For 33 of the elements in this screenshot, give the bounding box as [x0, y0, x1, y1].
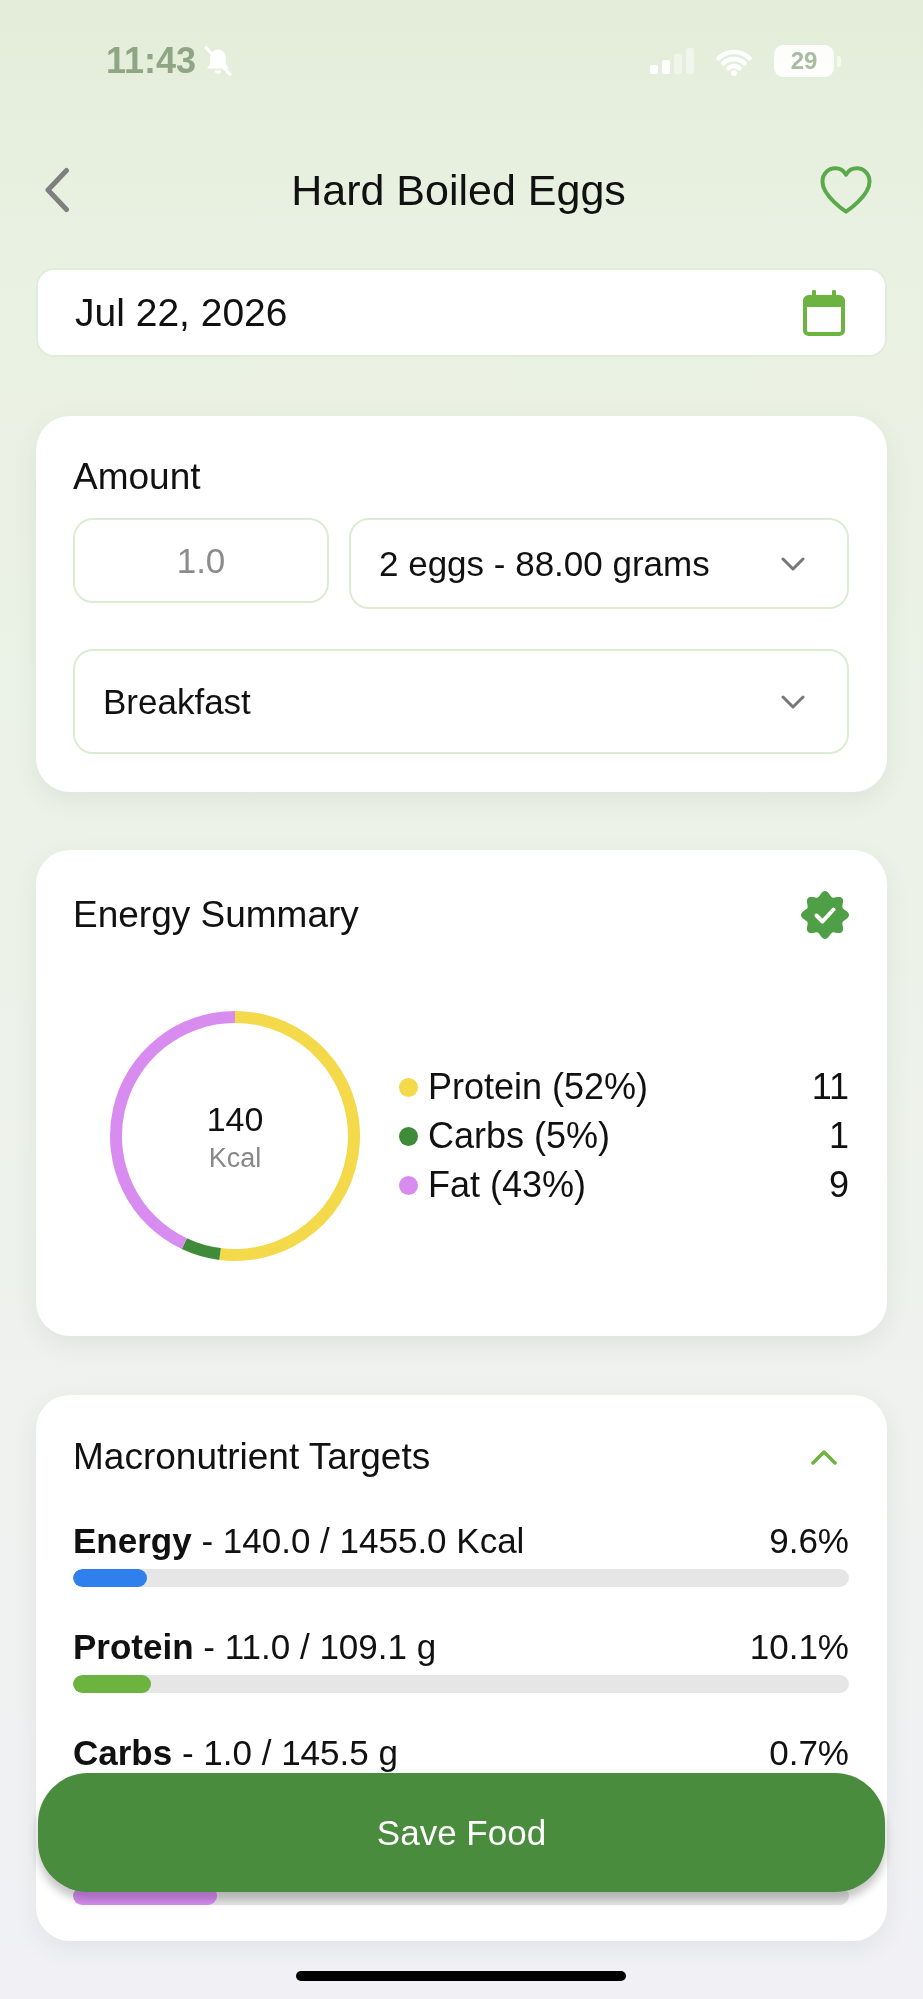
legend-value: 1 [828, 1115, 849, 1157]
back-icon[interactable] [44, 167, 70, 213]
calorie-unit: Kcal [208, 1143, 262, 1173]
serving-dropdown[interactable]: 2 eggs - 88.00 grams [349, 518, 849, 609]
legend-label: Protein (52%) [428, 1066, 649, 1108]
chevron-up-icon[interactable] [811, 1449, 837, 1465]
legend-value: 11 [811, 1066, 849, 1108]
save-button[interactable]: Save Food [38, 1773, 885, 1892]
date-field[interactable]: Jul 22, 2026 [36, 268, 887, 357]
chevron-down-icon [781, 556, 805, 571]
bell-slash-icon [202, 45, 235, 77]
progress-percent: 9.6% [769, 1522, 849, 1560]
legend-value: 9 [828, 1164, 849, 1206]
battery-indicator: 29 [774, 45, 841, 77]
calorie-total: 140 [206, 1099, 264, 1139]
calendar-icon [803, 289, 845, 336]
progress-percent: 0.7% [769, 1734, 849, 1772]
meal-dropdown[interactable]: Breakfast [73, 649, 849, 754]
legend-label: Fat (43%) [428, 1164, 587, 1206]
card-title: Energy Summary [73, 893, 359, 937]
screen-title: Hard Boiled Eggs [291, 165, 626, 216]
heart-icon[interactable] [819, 166, 873, 214]
signal-icon [650, 48, 694, 74]
quantity-field[interactable]: 1.0 [73, 518, 329, 603]
nutrient-progress-label: Energy - 140.0 / 1455.0 Kcal [73, 1522, 525, 1560]
nutrient-progress-label: Carbs - 1.0 / 145.5 g [73, 1734, 398, 1772]
chevron-down-icon [781, 694, 805, 709]
card-title: Macronutrient Targets [73, 1435, 431, 1479]
status-time: 11:43 [106, 40, 197, 82]
card-title: Amount [73, 455, 202, 499]
nutrient-progress-label: Protein - 11.0 / 109.1 g [73, 1628, 437, 1666]
progress-percent: 10.1% [749, 1628, 849, 1666]
legend-label: Carbs (5%) [428, 1115, 611, 1157]
